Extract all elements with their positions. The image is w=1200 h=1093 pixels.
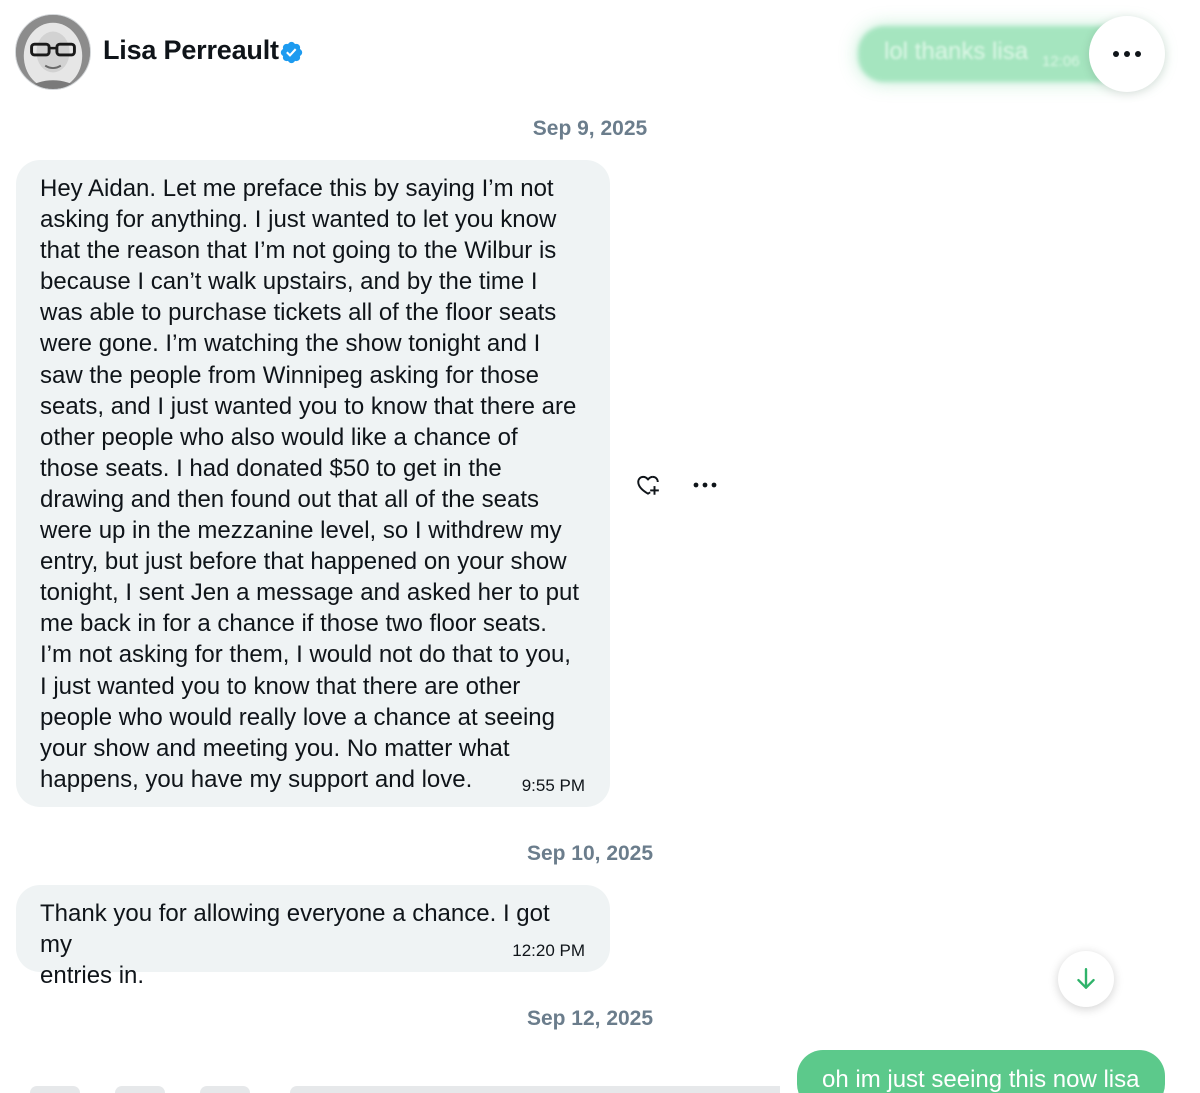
received-message-bubble[interactable]: Thank you for allowing everyone a chance… (16, 885, 610, 989)
date-separator: Sep 9, 2025 (532, 117, 648, 140)
more-options-button[interactable] (1089, 16, 1165, 92)
arrow-down-icon (1077, 968, 1095, 989)
date-separator: Sep 12, 2025 (526, 1007, 654, 1030)
avatar[interactable] (15, 14, 91, 90)
message-more-button[interactable] (690, 470, 720, 500)
composer-toolbar-edge (0, 1086, 780, 1093)
add-reaction-button[interactable] (633, 470, 663, 500)
date-separator: Sep 10, 2025 (526, 842, 654, 865)
received-message-bubble[interactable]: Hey Aidan. Let me preface this by saying… (16, 160, 610, 807)
more-horizontal-icon (1113, 51, 1141, 57)
avatar-image (16, 15, 90, 89)
scroll-to-bottom-button[interactable] (1058, 951, 1114, 1007)
dm-conversation: Lisa Perreault lol thanks lisa 12:06 Sep… (0, 0, 1200, 1093)
message-time: 12:20 PM (512, 941, 585, 960)
message-time: 9:55 PM (521, 776, 585, 795)
sent-message-bubble[interactable]: oh im just seeing this now lisa (797, 1050, 1165, 1093)
faded-message-text: lol thanks lisa (884, 38, 1029, 65)
message-text: Hey Aidan. Let me preface this by saying… (40, 175, 580, 793)
more-horizontal-icon (693, 482, 717, 488)
conversation-header: Lisa Perreault lol thanks lisa 12:06 (0, 0, 1200, 105)
message-text: oh im just seeing this now lisa (822, 1066, 1140, 1093)
heart-plus-icon (637, 475, 659, 495)
faded-message-time: 12:06 (1042, 53, 1080, 70)
contact-name[interactable]: Lisa Perreault (103, 35, 279, 66)
verified-badge-icon (280, 41, 303, 64)
message-text: Thank you for allowing everyone a chance… (40, 900, 550, 990)
